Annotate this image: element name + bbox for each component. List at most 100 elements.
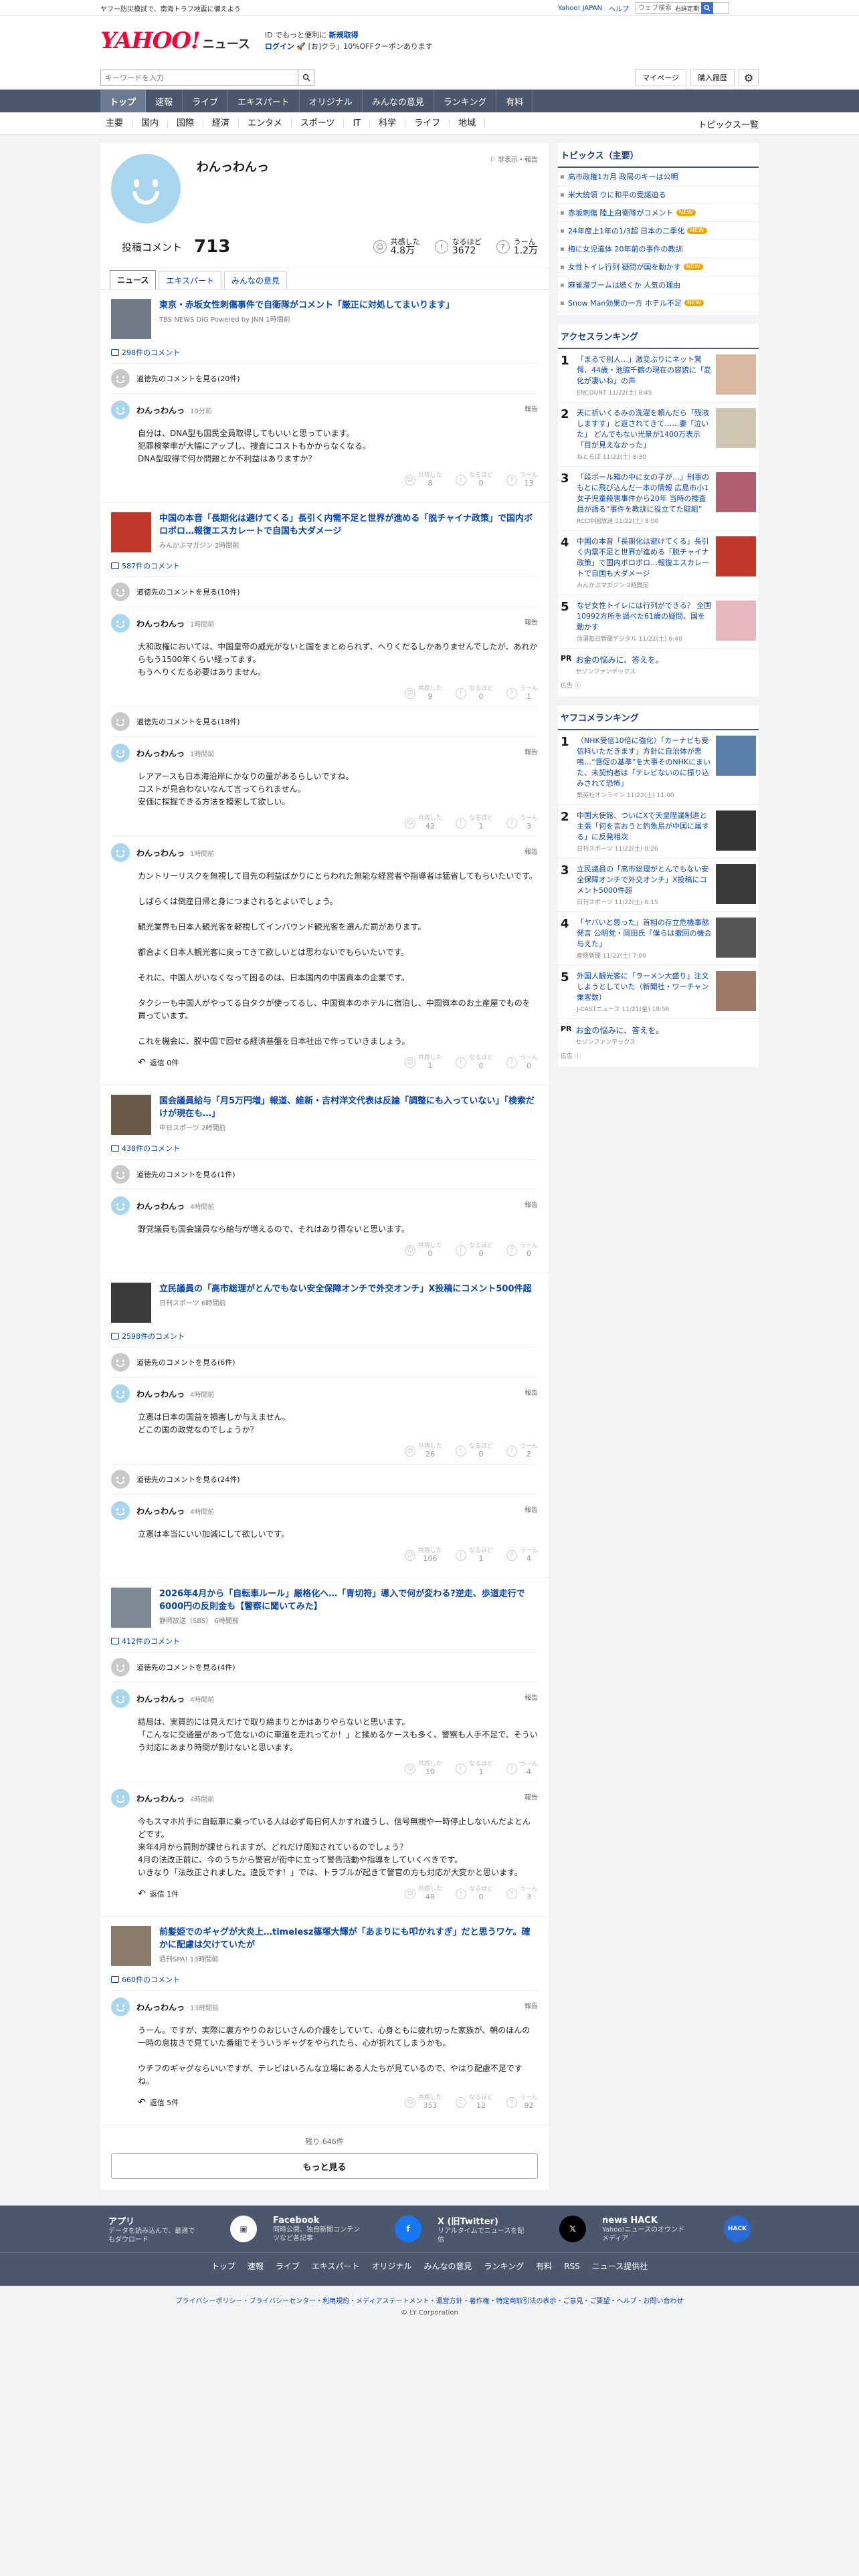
topics-list-link[interactable]: トピックス一覧 [698, 118, 759, 130]
web-search-input[interactable] [636, 3, 673, 13]
report-link[interactable]: 報告 [524, 617, 538, 627]
ranking-item[interactable]: 2 天に祈いくるみの洗濯を頼んだら「残液しますす」と返されてきて……妻「泣いた」 … [558, 403, 759, 467]
article-thumbnail[interactable] [111, 299, 151, 339]
reaction-empathy-button[interactable]: ☺ 共感した 26 [404, 1443, 442, 1459]
reaction-hmm-button[interactable]: ? うーん 3 [506, 1886, 538, 1901]
gnav-breaking[interactable]: 速報 [146, 90, 183, 112]
footer-link[interactable]: トップ [211, 2260, 235, 2272]
reaction-empathy-button[interactable]: ☺ 共感した 8 [404, 472, 442, 488]
article-title[interactable]: 中国の本音「長期化は避けてくる」長引く内需不足と世界が進める「脱チャイナ政策」で… [159, 514, 533, 536]
cat-domestic[interactable]: 国内 [132, 119, 169, 128]
reaction-hmm-button[interactable]: ? うーん 2 [506, 1443, 538, 1459]
footer-x[interactable]: X (旧Twitter) リアルタイムでニュースを配信 𝕏 [430, 2214, 594, 2244]
load-more-button[interactable]: もっと見る [111, 2153, 538, 2179]
yahoo-news-logo[interactable]: YAHOO! ニュース [100, 27, 250, 54]
footer-newshack[interactable]: news HACK Yahoo!ニュースのオウンドメディア HACK [594, 2216, 759, 2243]
reaction-naruhodo-button[interactable]: ! なるほど 12 [455, 2095, 493, 2110]
comment-author[interactable]: わんっわんっ [136, 847, 185, 859]
topic-item[interactable]: 女性トイレ行列 疑問が国を動かす NEW [558, 258, 759, 276]
gnav-expert[interactable]: エキスパート [228, 90, 300, 112]
other-comments-link[interactable]: 道徳先のコメントを見る(24件) [111, 1464, 538, 1494]
reaction-naruhodo-button[interactable]: ! なるほど 0 [455, 1055, 493, 1070]
ranking-item[interactable]: 2 中国大使館、ついにXで天皇陛議制退と主張「何を言おうと釣魚島が中国に属する」に… [558, 805, 759, 859]
footer-app[interactable]: アプリ データを読み込んで、最適でもダウロード ▣ [100, 2214, 265, 2244]
search-icon[interactable] [298, 70, 314, 85]
reaction-naruhodo-button[interactable]: ! なるほど 1 [455, 1761, 493, 1776]
report-link[interactable]: 報告 [524, 846, 538, 856]
ranking-item[interactable]: 3 「段ボール箱の中に女の子が…」刑事のもとに飛び込んだ一本の情報 広島市小1女子… [558, 467, 759, 531]
reaction-empathy-button[interactable]: ☺ 共感した 353 [404, 2095, 442, 2110]
footer-link[interactable]: ニュース提供社 [592, 2260, 648, 2272]
reaction-empathy-button[interactable]: ☺ 共感した 0 [404, 1243, 442, 1258]
reaction-hmm-button[interactable]: ? うーん 3 [506, 815, 538, 831]
gear-icon[interactable]: ⚙ [739, 69, 759, 86]
comment-author[interactable]: わんっわんっ [136, 1505, 185, 1517]
search-check-label[interactable]: 右詳定期 [673, 4, 701, 13]
reaction-naruhodo-button[interactable]: ! なるほど 0 [455, 1243, 493, 1258]
cat-entertainment[interactable]: エンタメ [239, 119, 292, 128]
keyword-input[interactable] [101, 70, 298, 85]
topic-item[interactable]: 高市政権1カ月 政局のキーは公明 [558, 168, 759, 186]
reaction-empathy-button[interactable]: ☺ 共感した 1 [404, 1055, 442, 1070]
cat-economy[interactable]: 経済 [203, 119, 240, 128]
reaction-naruhodo-button[interactable]: ! なるほど 0 [455, 1886, 493, 1901]
report-link[interactable]: 報告 [524, 1199, 538, 1209]
topic-item[interactable]: Snow Man効果の一方 ホテル不足 NEW [558, 294, 759, 312]
comment-author[interactable]: わんっわんっ [136, 1200, 185, 1212]
other-comments-link[interactable]: 道徳先のコメントを見る(6件) [111, 1347, 538, 1377]
footer-link[interactable]: みんなの意見 [424, 2260, 472, 2272]
report-link[interactable]: 報告 [524, 1792, 538, 1802]
footer-link[interactable]: オリジナル [372, 2260, 412, 2272]
reaction-hmm-button[interactable]: ? うーん 13 [506, 472, 538, 488]
reply-button[interactable]: ↶ 返信 0件 [138, 1057, 179, 1068]
footer-link[interactable]: ランキング [484, 2260, 524, 2272]
hide-report-link[interactable]: ⚐ 非表示・報告 [490, 154, 538, 164]
ranking-item[interactable]: 1 「まるで別人…」激変ぶりにネット驚愕、44歳・池脇千鶴の現在の容貌に「変化が凄… [558, 349, 759, 403]
other-comments-link[interactable]: 道徳先のコメントを見る(1件) [111, 1159, 538, 1189]
article-thumbnail[interactable] [111, 1588, 151, 1628]
reaction-empathy-button[interactable]: ☺ 共感した 9 [404, 685, 442, 701]
article-title[interactable]: 東京・赤坂女性刺傷事件で自衛隊がコメント「厳正に対処してまいります」 [159, 300, 454, 310]
footer-link[interactable]: ライブ [276, 2260, 300, 2272]
purchase-history-button[interactable]: 購入履歴 [690, 69, 735, 86]
info-icon[interactable]: ⓘ [575, 1053, 581, 1060]
footer-link[interactable]: エキスパート [312, 2260, 360, 2272]
other-comments-link[interactable]: 道徳先のコメントを見る(4件) [111, 1652, 538, 1682]
ranking-item[interactable]: 4 中国の本音「長期化は避けてくる」長引く内需不足と世界が進める「脱チャイナ政策」… [558, 531, 759, 595]
report-link[interactable]: 報告 [524, 1387, 538, 1397]
tab-news[interactable]: ニュース [110, 270, 157, 289]
reaction-naruhodo-button[interactable]: ! なるほど 1 [455, 1547, 493, 1563]
other-comments-link[interactable]: 道徳先のコメントを見る(10件) [111, 576, 538, 607]
other-comments-link[interactable]: 道徳先のコメントを見る(20件) [111, 363, 538, 393]
comment-count-link[interactable]: 587件のコメント [111, 560, 538, 571]
ranking-item[interactable]: 5 外国人観光客に「ラーメン大盛り」注文しようとしていた（新聞社・ワーチャン乗客数… [558, 966, 759, 1019]
help-link[interactable]: ヘルプ [609, 3, 629, 13]
comment-author[interactable]: わんっわんっ [136, 405, 185, 416]
comment-author[interactable]: わんっわんっ [136, 748, 185, 759]
reaction-naruhodo-button[interactable]: ! なるほど 0 [455, 685, 493, 701]
report-link[interactable]: 報告 [524, 2000, 538, 2010]
login-link[interactable]: ログイン [265, 42, 294, 51]
search-icon[interactable] [700, 2, 713, 14]
ranking-item[interactable]: 3 立民議員の「高市総理がとんでもない安全保障オンチで外交オンチ」X投稿にコメント… [558, 859, 759, 912]
article-title[interactable]: 立民議員の「高市総理がとんでもない安全保障オンチで外交オンチ」X投稿にコメント5… [159, 1284, 532, 1294]
ranking-item[interactable]: 1 〈NHK受信10倍に強化〉「カーナビも受信料いただきます」方針に自治体が悲鳴…… [558, 730, 759, 805]
footer-link[interactable]: RSS [564, 2262, 580, 2271]
reaction-hmm-button[interactable]: ? うーん 92 [506, 2095, 538, 2110]
comment-count-link[interactable]: 2598件のコメント [111, 1331, 538, 1341]
ranking-item[interactable]: 4 「ヤバいと思った」首相の存立危機事態発言 公明党・岡田氏「僕らは撤回の機会与え… [558, 912, 759, 966]
reaction-empathy-button[interactable]: ☺ 共感した 106 [404, 1547, 442, 1563]
article-title[interactable]: 国会議員給与「月5万円増」報道、維新・吉村洋文代表は反論「調整にも入っていない」… [159, 1096, 535, 1119]
reaction-hmm-button[interactable]: ? うーん 0 [506, 1055, 538, 1070]
cat-world[interactable]: 国際 [168, 119, 204, 128]
cat-it[interactable]: IT [344, 119, 371, 128]
cat-sports[interactable]: スポーツ [292, 119, 345, 128]
cat-science[interactable]: 科学 [370, 119, 406, 128]
report-link[interactable]: 報告 [524, 1504, 538, 1514]
article-thumbnail[interactable] [111, 1095, 151, 1135]
tab-expert[interactable]: エキスパート [159, 272, 222, 289]
gnav-ranking[interactable]: ランキング [434, 90, 497, 112]
mypage-button[interactable]: マイページ [635, 69, 686, 86]
other-comments-link[interactable]: 道徳先のコメントを見る(18件) [111, 706, 538, 736]
article-thumbnail[interactable] [111, 1926, 151, 1966]
